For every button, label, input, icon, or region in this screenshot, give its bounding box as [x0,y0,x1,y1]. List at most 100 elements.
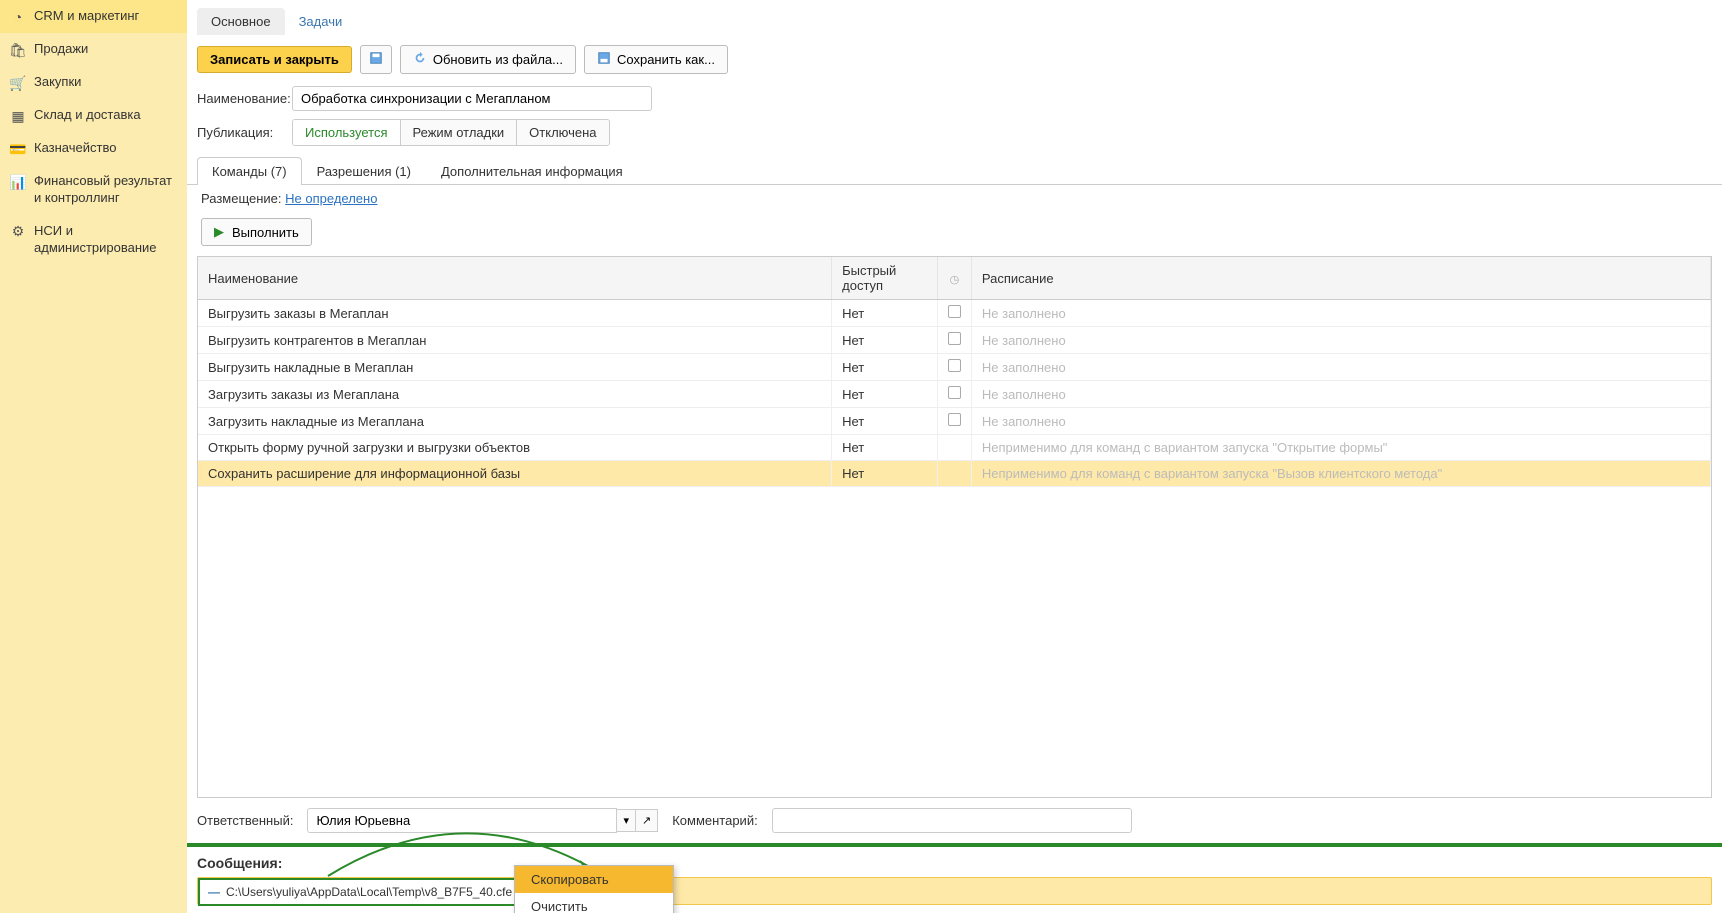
cell-checkbox[interactable] [937,300,971,327]
context-copy[interactable]: Скопировать [515,866,673,893]
checkbox-icon [948,332,961,345]
table-row[interactable]: Выгрузить контрагентов в МегапланНетНе з… [198,327,1711,354]
dash-icon: — [208,885,220,899]
message-item[interactable]: — C:\Users\yuliya\AppData\Local\Temp\v8_… [198,878,522,906]
open-button[interactable]: ↗ [636,809,658,832]
sidebar-item-admin[interactable]: ⚙ НСИ и администрирование [0,215,187,265]
update-from-file-button[interactable]: Обновить из файла... [400,45,576,74]
main-content: Основное Задачи Записать и закрыть Обнов… [187,0,1722,913]
cell-checkbox[interactable] [937,327,971,354]
save-close-button[interactable]: Записать и закрыть [197,46,352,73]
save-as-button[interactable]: Сохранить как... [584,45,728,74]
cell-name: Выгрузить накладные в Мегаплан [198,354,832,381]
cell-schedule: Неприменимо для команд с вариантом запус… [971,435,1710,461]
cell-checkbox[interactable] [937,435,971,461]
bag-icon: 🛍 [10,42,26,58]
name-label: Наименование: [197,91,282,106]
table-row[interactable]: Выгрузить накладные в МегапланНетНе запо… [198,354,1711,381]
pub-used[interactable]: Используется [293,120,401,145]
subtab-commands[interactable]: Команды (7) [197,157,302,185]
sidebar-item-label: НСИ и администрирование [34,223,177,257]
placement-label: Размещение: [201,191,282,206]
bottom-form: Ответственный: ▾ ↗ Комментарий: [187,798,1722,847]
message-path: C:\Users\yuliya\AppData\Local\Temp\v8_B7… [226,885,512,899]
save-button[interactable] [360,45,392,74]
cell-schedule: Неприменимо для команд с вариантом запус… [971,461,1710,487]
context-clear[interactable]: Очистить [515,893,673,913]
play-icon: ▶ [214,224,224,240]
table-row[interactable]: Открыть форму ручной загрузки и выгрузки… [198,435,1711,461]
save-icon [369,51,383,68]
table-row[interactable]: Загрузить накладные из МегапланаНетНе за… [198,408,1711,435]
cell-quick: Нет [832,381,938,408]
col-quick-header[interactable]: Быстрый доступ [832,257,938,300]
dropdown-button[interactable]: ▾ [617,809,636,832]
cell-quick: Нет [832,354,938,381]
top-tabs: Основное Задачи [187,4,1722,35]
sidebar-item-treasury[interactable]: 💳 Казначейство [0,132,187,165]
sub-tabs: Команды (7) Разрешения (1) Дополнительна… [187,156,1722,185]
col-schedule-header[interactable]: Расписание [971,257,1710,300]
name-row: Наименование: [187,82,1722,115]
name-input[interactable] [292,86,652,111]
sidebar-item-label: Казначейство [34,140,116,157]
cell-name: Выгрузить заказы в Мегаплан [198,300,832,327]
table-row[interactable]: Выгрузить заказы в МегапланНетНе заполне… [198,300,1711,327]
checkbox-icon [948,413,961,426]
sidebar-item-warehouse[interactable]: ▦ Склад и доставка [0,99,187,132]
refresh-icon [413,51,427,68]
publication-row: Публикация: Используется Режим отладки О… [187,115,1722,150]
cell-schedule: Не заполнено [971,300,1710,327]
execute-row: ▶ Выполнить [187,212,1722,252]
cell-quick: Нет [832,408,938,435]
comment-input[interactable] [772,808,1132,833]
sidebar-item-label: Продажи [34,41,88,58]
execute-button[interactable]: ▶ Выполнить [201,218,312,246]
checkbox-icon [948,359,961,372]
sidebar-item-purchases[interactable]: 🛒 Закупки [0,66,187,99]
chart-icon: 📊 [10,174,26,190]
subtab-info[interactable]: Дополнительная информация [426,157,638,185]
comment-label: Комментарий: [672,813,758,828]
sidebar-item-crm[interactable]: ◔ CRM и маркетинг [0,0,187,33]
table-row[interactable]: Загрузить заказы из МегапланаНетНе запол… [198,381,1711,408]
sidebar-item-label: Склад и доставка [34,107,141,124]
cell-name: Открыть форму ручной загрузки и выгрузки… [198,435,832,461]
cell-name: Выгрузить контрагентов в Мегаплан [198,327,832,354]
sidebar-item-label: Финансовый результат и контроллинг [34,173,177,207]
responsible-label: Ответственный: [197,813,293,828]
messages-panel: Сообщения: — C:\Users\yuliya\AppData\Loc… [187,847,1722,913]
cell-quick: Нет [832,461,938,487]
cell-checkbox[interactable] [937,408,971,435]
sidebar-item-label: Закупки [34,74,81,91]
table-row[interactable]: Сохранить расширение для информационной … [198,461,1711,487]
cell-schedule: Не заполнено [971,408,1710,435]
cell-checkbox[interactable] [937,461,971,487]
tab-tasks[interactable]: Задачи [285,8,357,35]
sidebar-item-sales[interactable]: 🛍 Продажи [0,33,187,66]
responsible-input[interactable] [307,808,617,833]
tab-main[interactable]: Основное [197,8,285,35]
placement-link[interactable]: Не определено [285,191,377,206]
checkbox-icon [948,386,961,399]
context-menu: Скопировать Очистить [514,865,674,913]
sidebar-item-finance[interactable]: 📊 Финансовый результат и контроллинг [0,165,187,215]
cell-quick: Нет [832,435,938,461]
placement-row: Размещение: Не определено [187,185,1722,212]
pub-off[interactable]: Отключена [517,120,608,145]
cell-checkbox[interactable] [937,381,971,408]
subtab-permissions[interactable]: Разрешения (1) [302,157,426,185]
cart-icon: 🛒 [10,75,26,91]
card-icon: 💳 [10,141,26,157]
pie-icon: ◔ [10,9,26,25]
col-name-header[interactable]: Наименование [198,257,832,300]
sidebar-item-label: CRM и маркетинг [34,8,139,25]
toolbar: Записать и закрыть Обновить из файла... … [187,35,1722,82]
col-clock-header[interactable]: ◷ [937,257,971,300]
cell-checkbox[interactable] [937,354,971,381]
button-label: Выполнить [232,225,299,240]
clock-icon: ◷ [950,274,960,286]
gear-icon: ⚙ [10,224,26,240]
grid-icon: ▦ [10,108,26,124]
pub-debug[interactable]: Режим отладки [401,120,518,145]
